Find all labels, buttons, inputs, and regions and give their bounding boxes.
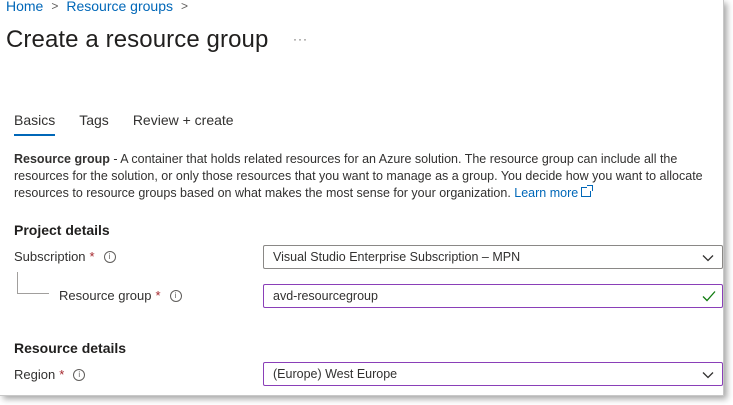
region-select[interactable]: (Europe) West Europe [263,362,723,386]
project-details-heading: Project details [14,222,110,238]
info-icon[interactable]: i [169,289,182,302]
region-label-row: Region * i [14,367,86,382]
description-text: - A container that holds related resourc… [14,152,703,200]
tab-basics[interactable]: Basics [14,112,56,136]
resource-details-heading: Resource details [14,340,127,356]
resource-group-label-row: Resource group * i [59,288,182,303]
resource-group-label: Resource group [59,288,152,303]
subscription-value: Visual Studio Enterprise Subscription – … [273,250,521,264]
required-marker: * [155,288,161,303]
description-term: Resource group [14,152,110,166]
breadcrumb-home-link[interactable]: Home [6,0,43,14]
tree-connector-line [17,293,49,294]
learn-more-label: Learn more [514,186,579,200]
subscription-label: Subscription [14,249,86,264]
breadcrumb: Home > Resource groups > [6,0,196,14]
tab-tags[interactable]: Tags [79,112,109,136]
required-marker: * [89,249,95,264]
tab-bar: Basics Tags Review + create [14,112,258,136]
info-icon[interactable]: i [73,368,86,381]
resource-group-input[interactable]: avd-resourcegroup [263,284,723,308]
tab-review-create[interactable]: Review + create [133,112,234,136]
external-link-icon [581,185,594,197]
chevron-down-icon [702,255,714,262]
subscription-label-row: Subscription * i [14,249,116,264]
region-value: (Europe) West Europe [273,367,398,381]
breadcrumb-resource-groups-link[interactable]: Resource groups [66,0,173,14]
tree-connector-line [17,272,18,293]
resource-group-value: avd-resourcegroup [273,289,378,303]
info-icon[interactable]: i [103,250,116,263]
region-label: Region [14,367,56,382]
page-title: Create a resource group [6,26,269,53]
breadcrumb-separator-icon: > [181,0,189,13]
subscription-select[interactable]: Visual Studio Enterprise Subscription – … [263,245,723,269]
more-icon[interactable]: ··· [293,32,308,46]
required-marker: * [59,367,65,382]
chevron-down-icon [702,372,714,379]
checkmark-icon [702,291,716,302]
create-resource-group-blade: Home > Resource groups > Create a resour… [0,0,724,396]
breadcrumb-separator-icon: > [51,0,59,13]
learn-more-link[interactable]: Learn more [514,185,594,200]
resource-group-description: Resource group - A container that holds … [14,151,714,202]
